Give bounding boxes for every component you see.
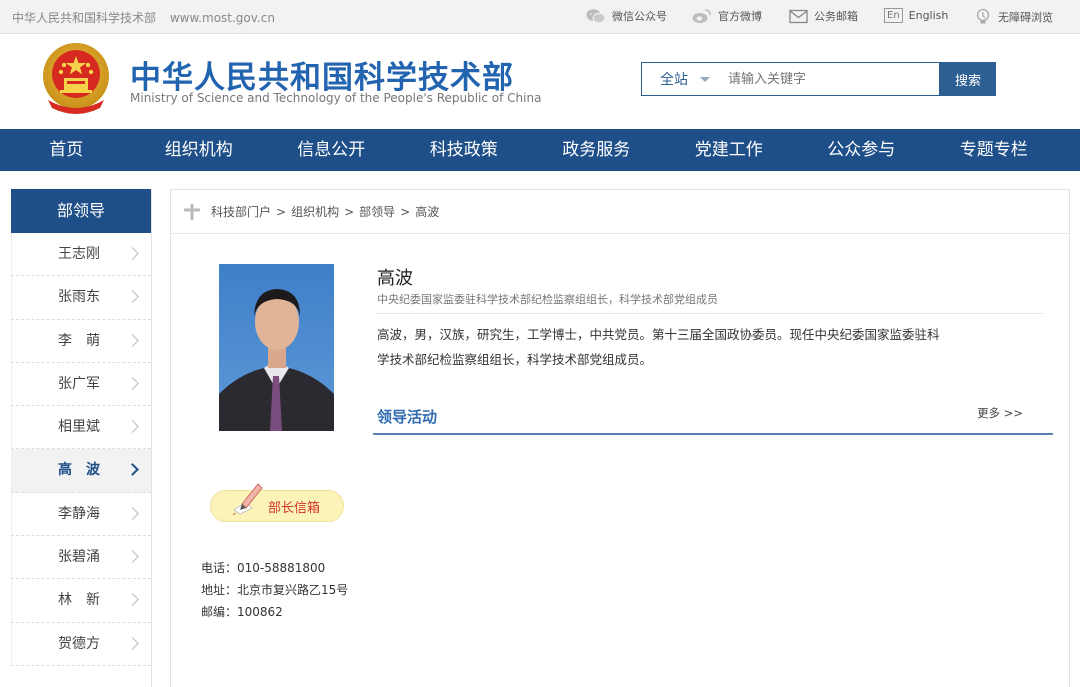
chevron-right-icon — [126, 636, 139, 650]
wechat-label: 微信公众号 — [612, 10, 667, 23]
wechat-icon — [586, 9, 606, 24]
chevron-right-icon — [126, 420, 139, 434]
sidebar-item-label: 贺德方 — [58, 635, 100, 652]
breadcrumb-current: 高波 — [415, 205, 440, 219]
chevron-right-icon — [126, 333, 139, 347]
sidebar-item-leader[interactable]: 张碧涌 — [11, 536, 151, 580]
sidebar-item-leader[interactable]: 李 萌 — [11, 319, 151, 363]
nav-item-services[interactable]: 政务服务 — [530, 129, 663, 171]
sidebar-item-label: 林 新 — [58, 592, 100, 609]
search-scope-value: 全站 — [660, 72, 688, 88]
sidebar-item-label: 张碧涌 — [58, 549, 100, 566]
weibo-icon — [692, 9, 711, 23]
mail-icon — [789, 9, 808, 23]
site-header: 中华人民共和国科学技术部 Ministry of Science and Tec… — [0, 34, 1080, 129]
english-label: English — [908, 9, 949, 22]
chevron-right-icon — [126, 290, 139, 304]
weibo-link[interactable]: 官方微博 — [692, 8, 762, 24]
sidebar-item-label: 张雨东 — [58, 289, 100, 306]
breadcrumb-separator: > — [344, 204, 355, 219]
accessibility-link[interactable]: 无障碍浏览 — [974, 8, 1053, 25]
nav-item-policy[interactable]: 科技政策 — [398, 129, 531, 171]
leader-name: 高波 — [377, 268, 413, 289]
sidebar-item-leader[interactable]: 林 新 — [11, 579, 151, 623]
nav-item-participation[interactable]: 公众参与 — [795, 129, 928, 171]
nav-item-organization[interactable]: 组织机构 — [133, 129, 266, 171]
contact-phone: 电话：010-58881800 — [201, 561, 326, 575]
breadcrumb-leaders[interactable]: 部领导 — [359, 203, 395, 220]
sidebar-item-leader-active[interactable]: 高 波 — [11, 449, 151, 493]
wechat-link[interactable]: 微信公众号 — [586, 8, 667, 24]
mailbox-label: 部长信箱 — [268, 501, 321, 516]
top-bar: 中华人民共和国科学技术部 www.most.gov.cn 微信公众号 官方微博 … — [0, 0, 1080, 34]
minister-mailbox-button[interactable]: 部长信箱 — [210, 483, 344, 522]
nav-item-topics[interactable]: 专题专栏 — [928, 129, 1061, 171]
activities-heading: 领导活动 — [377, 408, 438, 426]
english-link[interactable]: En English — [884, 8, 948, 23]
sidebar-item-label: 李 萌 — [58, 332, 100, 349]
sidebar-item-leader[interactable]: 张广军 — [11, 362, 151, 407]
top-bar-site-info: 中华人民共和国科学技术部 www.most.gov.cn — [12, 9, 285, 26]
sidebar-item-leader[interactable]: 贺德方 — [11, 622, 151, 666]
breadcrumb-separator: > — [276, 204, 287, 219]
nav-item-party-building[interactable]: 党建工作 — [663, 129, 796, 171]
chevron-down-icon — [700, 77, 710, 82]
sidebar-item-label: 相里斌 — [58, 419, 100, 436]
leaders-sidebar: 部领导 王志刚 张雨东 李 萌 张广军 相里斌 高 波 李静海 张碧涌 林 新 … — [11, 189, 152, 687]
sidebar-heading: 部领导 — [11, 189, 151, 233]
contact-address: 地址：北京市复兴路乙15号 — [201, 583, 349, 597]
profile-panel: 科技部门户 > 组织机构 > 部领导 > 高波 高波 中央纪委国家监委驻科学技术… — [170, 189, 1070, 687]
location-marker-icon — [184, 203, 200, 220]
sidebar-item-leader[interactable]: 相里斌 — [11, 406, 151, 450]
breadcrumb-organization[interactable]: 组织机构 — [291, 203, 339, 220]
mail-link[interactable]: 公务邮箱 — [789, 8, 858, 24]
search-button[interactable]: 搜索 — [940, 62, 996, 96]
top-site-url[interactable]: www.most.gov.cn — [170, 11, 275, 25]
breadcrumb: 科技部门户 > 组织机构 > 部领导 > 高波 — [171, 190, 1069, 234]
sidebar-item-leader[interactable]: 张雨东 — [11, 276, 151, 320]
nav-item-info-disclosure[interactable]: 信息公开 — [265, 129, 398, 171]
main-nav: 首页 组织机构 信息公开 科技政策 政务服务 党建工作 公众参与 专题专栏 — [0, 129, 1080, 171]
search-scope-select[interactable]: 全站 — [641, 62, 719, 96]
chevron-right-icon — [126, 593, 139, 607]
leader-activities-header: 领导活动 更多 >> — [373, 402, 1053, 435]
sidebar-item-leader[interactable]: 王志刚 — [11, 233, 151, 277]
sidebar-item-label: 高 波 — [58, 462, 100, 479]
national-emblem-icon[interactable] — [40, 42, 112, 116]
more-link[interactable]: 更多 >> — [977, 405, 1023, 421]
chevron-right-icon — [126, 247, 139, 260]
chevron-right-icon — [126, 506, 139, 520]
site-title-en: Ministry of Science and Technology of th… — [130, 91, 542, 105]
contact-postcode: 邮编：100862 — [201, 605, 283, 619]
divider — [377, 313, 1043, 314]
pen-icon — [232, 483, 263, 516]
weibo-label: 官方微博 — [718, 10, 762, 23]
nav-item-home[interactable]: 首页 — [0, 129, 133, 171]
sidebar-item-label: 王志刚 — [58, 246, 100, 262]
breadcrumb-portal[interactable]: 科技部门户 — [211, 203, 271, 220]
breadcrumb-separator: > — [400, 204, 411, 219]
english-icon: En — [884, 8, 903, 23]
chevron-right-icon — [126, 463, 139, 477]
sidebar-item-leader[interactable]: 李静海 — [11, 492, 151, 537]
search-input[interactable] — [718, 62, 940, 96]
contact-info: 电话：010-58881800 地址：北京市复兴路乙15号 邮编：100862 — [201, 557, 348, 623]
accessibility-icon — [976, 8, 990, 24]
leader-portrait — [219, 264, 334, 431]
chevron-right-icon — [126, 377, 139, 390]
leader-bio: 高波，男，汉族，研究生，工学博士，中共党员。第十三届全国政协委员。现任中央纪委国… — [377, 327, 940, 367]
sidebar-item-label: 李静海 — [58, 505, 100, 522]
top-site-name: 中华人民共和国科学技术部 — [12, 11, 157, 25]
accessibility-label: 无障碍浏览 — [998, 10, 1053, 24]
leader-position: 中央纪委国家监委驻科学技术部纪检监察组组长，科学技术部党组成员 — [377, 293, 718, 306]
sidebar-item-label: 张广军 — [58, 375, 100, 392]
mail-label: 公务邮箱 — [814, 10, 858, 23]
chevron-right-icon — [126, 550, 139, 563]
